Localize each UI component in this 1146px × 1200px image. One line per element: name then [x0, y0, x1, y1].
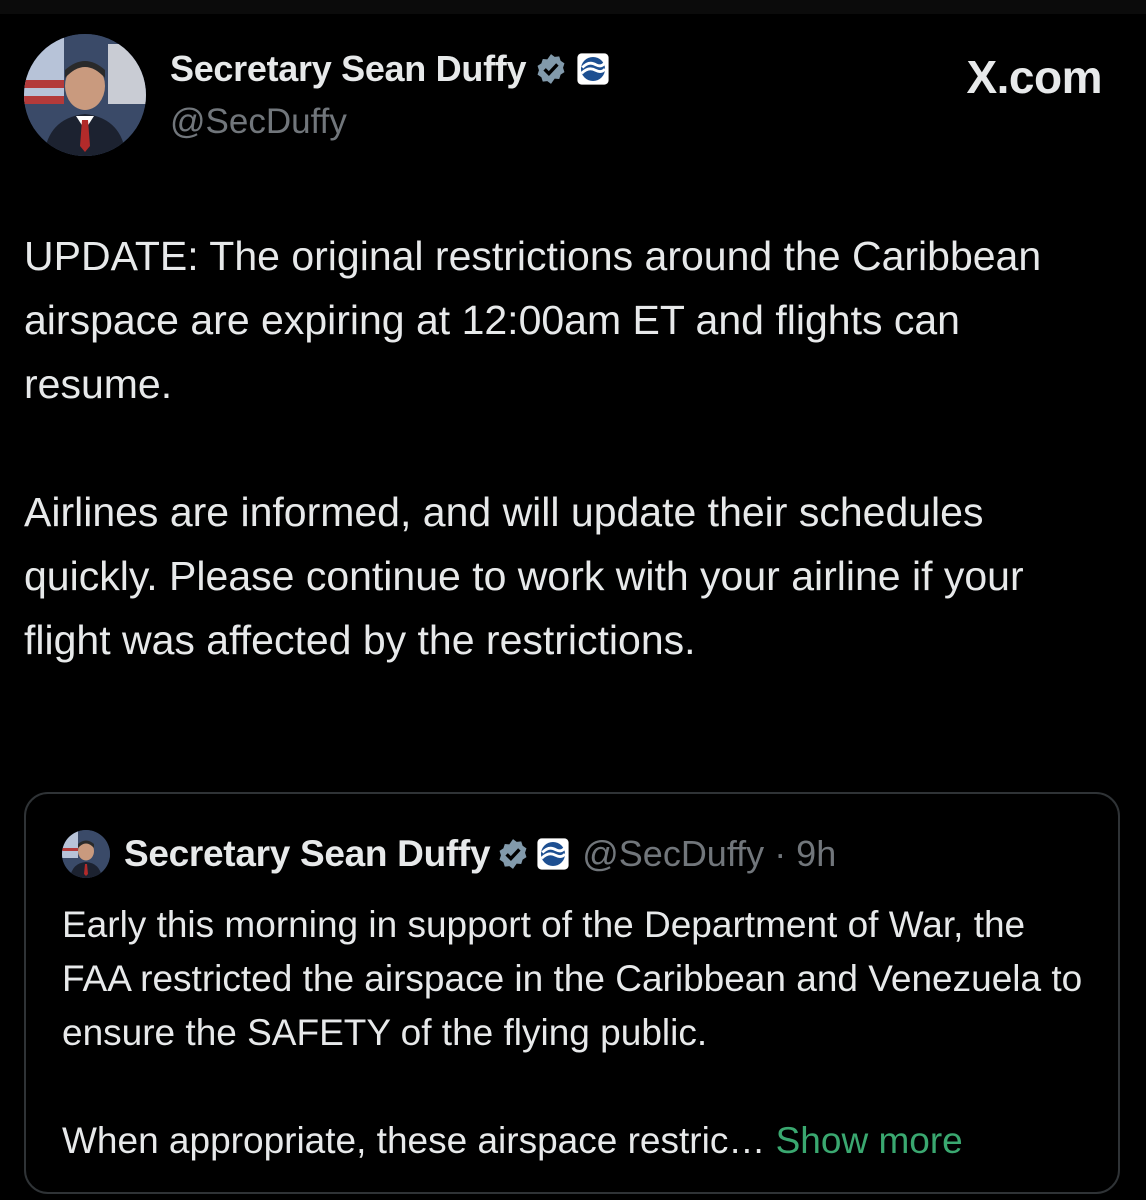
quoted-author-avatar [62, 830, 110, 878]
quoted-paragraph-truncated: When appropriate, these airspace restric… [62, 1114, 1102, 1168]
quoted-post-card[interactable]: Secretary Sean Duffy @SecDuffy · 9h Earl… [24, 792, 1120, 1194]
dot-logo-affiliate-icon[interactable] [576, 52, 610, 86]
dot-logo-affiliate-icon [537, 838, 569, 870]
verified-badge-icon [499, 839, 527, 869]
author-handle[interactable]: @SecDuffy [170, 102, 347, 142]
post-body: UPDATE: The original restrictions around… [24, 224, 1114, 672]
quoted-post-header: Secretary Sean Duffy @SecDuffy · 9h [62, 830, 836, 878]
verified-badge-icon [537, 54, 565, 84]
quoted-post-body: Early this morning in support of the Dep… [62, 898, 1102, 1168]
top-strip [0, 0, 1146, 14]
author-avatar[interactable] [24, 34, 146, 156]
quoted-author-name: Secretary Sean Duffy [124, 833, 491, 874]
quoted-truncated-text: When appropriate, these airspace restric… [62, 1120, 766, 1161]
quoted-paragraph: Early this morning in support of the Dep… [62, 904, 1083, 1053]
author-name[interactable]: Secretary Sean Duffy [170, 48, 526, 90]
show-more-link[interactable]: Show more [776, 1120, 963, 1161]
post-paragraph: Airlines are informed, and will update t… [24, 489, 1024, 663]
post-paragraph: UPDATE: The original restrictions around… [24, 233, 1042, 407]
quoted-handle-time: @SecDuffy · 9h [582, 833, 837, 874]
author-name-row: Secretary Sean Duffy [170, 48, 610, 90]
site-watermark: X.com [966, 51, 1102, 103]
